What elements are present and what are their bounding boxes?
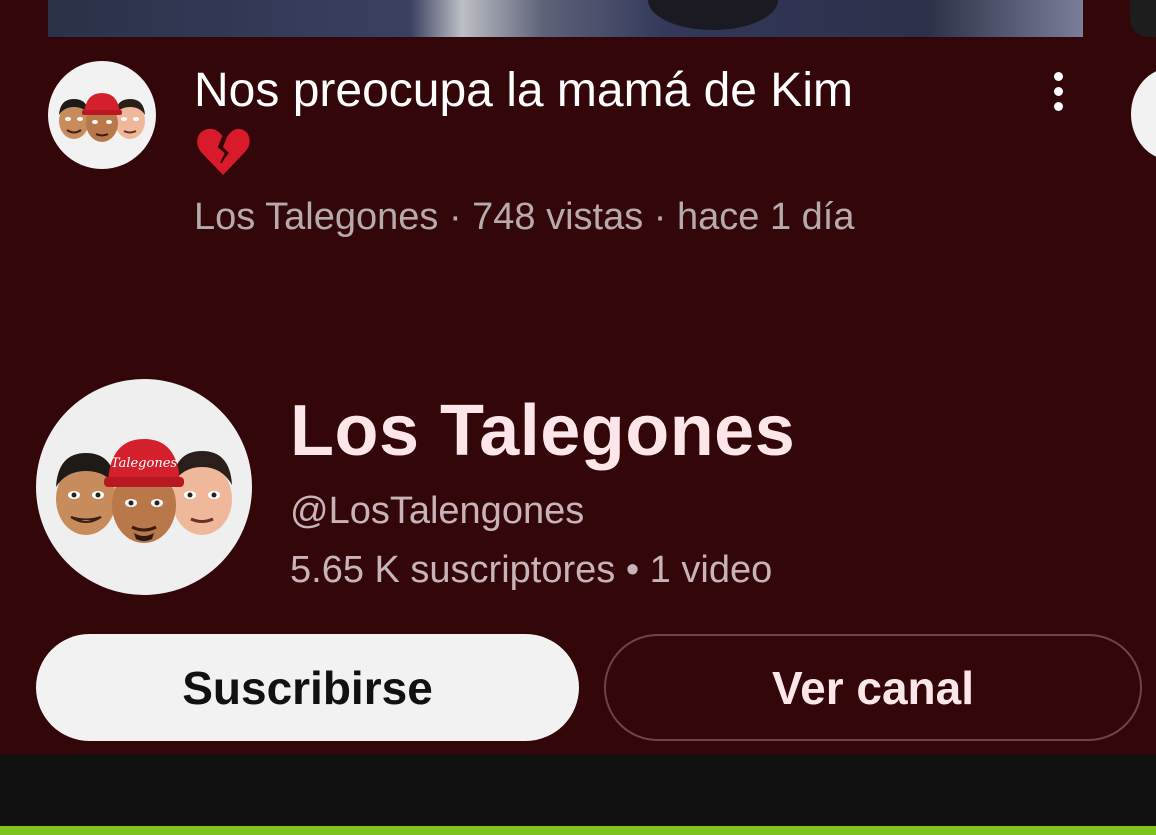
broken-heart-icon — [197, 128, 250, 175]
video-thumbnail[interactable] — [48, 0, 1083, 37]
channel-name[interactable]: Los Talegones — [290, 390, 795, 472]
view-channel-button[interactable]: Ver canal — [604, 634, 1142, 741]
video-title-text: Nos preocupa la mamá de Kim — [194, 64, 853, 117]
next-video-thumbnail[interactable] — [1130, 0, 1156, 37]
accent-strip — [0, 826, 1156, 835]
more-vert-icon[interactable] — [1036, 66, 1080, 116]
trio-cartoon-icon: Talegones — [56, 439, 232, 543]
video-channel-avatar[interactable] — [48, 61, 156, 169]
subscribe-button[interactable]: Suscribirse — [36, 634, 579, 741]
channel-handle: @LosTalengones — [290, 490, 585, 532]
avatar-cap-text: Talegones — [111, 456, 177, 471]
trio-cartoon-icon — [59, 93, 145, 142]
channel-stats: 5.65 K suscriptores • 1 video — [290, 549, 773, 591]
channel-avatar[interactable]: Talegones — [36, 379, 252, 595]
video-meta: Los Talegones · 748 vistas · hace 1 día — [194, 196, 855, 238]
video-title[interactable]: Nos preocupa la mamá de Kim — [194, 63, 984, 181]
bottom-bar — [0, 754, 1156, 826]
next-video-avatar[interactable] — [1131, 68, 1156, 160]
